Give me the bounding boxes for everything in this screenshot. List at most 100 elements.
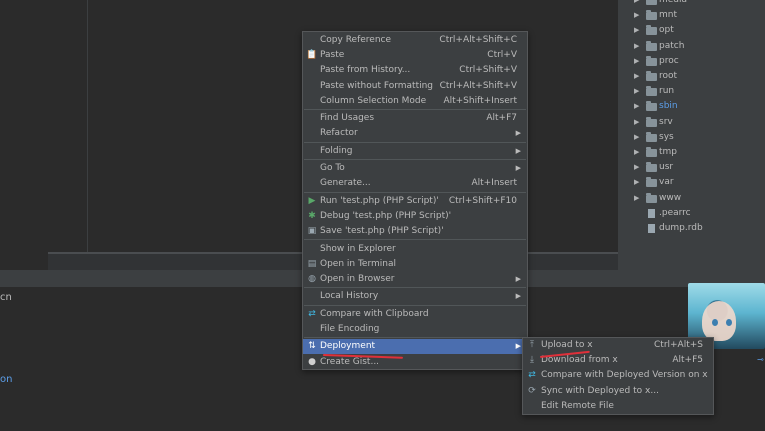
menu-item-label: Paste without Formatting <box>320 80 434 91</box>
menu-separator <box>304 109 526 110</box>
menu-item-label: Deployment <box>320 341 376 352</box>
menu-item-open-in-browser[interactable]: ◍ Open in Browser ▶ <box>303 272 527 287</box>
menu-item-upload-to-x[interactable]: ⤒ Upload to x Ctrl+Alt+S <box>523 338 713 353</box>
terminal-icon: ▤ <box>307 258 317 269</box>
tree-item-label: opt <box>659 25 674 36</box>
menu-item-sync-with-deployed-to-x[interactable]: ⟳ Sync with Deployed to x... <box>523 384 713 399</box>
submenu-arrow-icon: ▶ <box>515 129 521 138</box>
menu-separator <box>304 141 526 143</box>
menu-item-column-selection-mode[interactable]: Column Selection Mode Alt+Shift+Insert <box>303 94 527 109</box>
menu-item-label: Compare with Clipboard <box>320 308 429 319</box>
folder-icon <box>646 86 657 97</box>
menu-item-label: Paste <box>320 50 345 61</box>
folder-icon <box>646 101 657 112</box>
save-icon: ▣ <box>307 226 317 237</box>
expand-arrow-icon[interactable]: ▶ <box>634 115 639 130</box>
folder-icon <box>646 116 657 127</box>
menu-item-open-in-terminal[interactable]: ▤ Open in Terminal <box>303 257 527 272</box>
menu-item-label: Find Usages <box>320 113 375 124</box>
menu-item-shortcut: Ctrl+Shift+F10 <box>448 195 517 206</box>
menu-item-label: Show in Explorer <box>320 243 396 254</box>
menu-item-shortcut: Ctrl+Alt+S <box>654 340 703 350</box>
editor-gutter-divider <box>87 0 88 252</box>
menu-item-folding[interactable]: Folding ▶ <box>303 144 527 159</box>
expand-arrow-icon[interactable]: ▶ <box>634 175 639 190</box>
expand-arrow-icon[interactable]: ▶ <box>634 145 639 160</box>
menu-item-label: Open in Browser <box>320 274 395 284</box>
menu-item-label: Debug 'test.php (PHP Script)' <box>320 211 452 221</box>
expand-arrow-icon[interactable]: ▶ <box>634 130 639 145</box>
tree-item-label: proc <box>659 55 679 66</box>
menu-item-shortcut: Ctrl+Alt+Shift+C <box>439 35 517 45</box>
expand-arrow-icon[interactable]: ▶ <box>634 84 639 99</box>
folder-icon <box>646 147 657 157</box>
clipboard-icon: 📋 <box>306 50 318 61</box>
menu-item-label: File Encoding <box>320 324 380 334</box>
tree-item-label: var <box>659 177 674 188</box>
folder-icon <box>646 131 657 142</box>
menu-item-save-test-php-php-script[interactable]: ▣ Save 'test.php (PHP Script)' <box>303 224 527 239</box>
menu-separator <box>304 239 526 241</box>
menu-item-label: Refactor <box>320 128 358 139</box>
tree-item-label: sys <box>659 131 674 142</box>
menu-item-shortcut: Ctrl+Shift+V <box>459 65 517 76</box>
folder-icon <box>646 192 657 203</box>
menu-item-shortcut: Ctrl+V <box>487 50 517 61</box>
expand-arrow-icon[interactable]: ▶ <box>634 99 639 114</box>
submenu-arrow-icon: ▶ <box>515 275 521 283</box>
menu-item-label: Open in Terminal <box>320 258 396 269</box>
menu-item-deployment[interactable]: ⇅ Deployment ▶ <box>303 339 527 355</box>
tree-item-label: mnt <box>659 10 677 21</box>
menu-item-find-usages[interactable]: Find Usages Alt+F7 <box>303 111 527 126</box>
submenu-arrow-icon: ▶ <box>515 146 521 155</box>
expand-arrow-icon[interactable]: ▶ <box>634 69 639 84</box>
expand-arrow-icon[interactable]: ▶ <box>634 8 639 23</box>
menu-item-compare-with-clipboard[interactable]: ⇄ Compare with Clipboard <box>303 307 527 322</box>
context-menu: Copy Reference Ctrl+Alt+Shift+C 📋 Paste Ctrl… <box>302 31 528 370</box>
expand-arrow-icon[interactable]: ▶ <box>634 160 639 175</box>
menu-item-create-gist[interactable]: ● Create Gist... <box>303 355 527 370</box>
debug-icon: ✱ <box>308 211 316 221</box>
expand-arrow-icon[interactable]: ▶ <box>634 23 639 38</box>
menu-item-generate[interactable]: Generate... Alt+Insert <box>303 176 527 191</box>
tree-item-label: www <box>659 192 682 203</box>
tree-item-label: usr <box>659 162 674 173</box>
editor-left-margin <box>0 0 48 270</box>
file-icon <box>648 224 655 233</box>
menu-item-paste[interactable]: 📋 Paste Ctrl+V <box>303 48 527 63</box>
menu-item-shortcut: Alt+F7 <box>486 113 517 124</box>
file-icon <box>648 208 655 218</box>
tree-item-label: run <box>659 86 675 97</box>
tree-item-label: tmp <box>659 147 678 157</box>
menu-item-file-encoding[interactable]: File Encoding <box>303 322 527 337</box>
menu-item-compare-with-deployed-version-on-x[interactable]: ⇄ Compare with Deployed Version on x <box>523 368 713 383</box>
expand-arrow-icon[interactable]: ▶ <box>634 39 639 54</box>
menu-item-shortcut: Alt+F5 <box>672 355 703 366</box>
menu-item-refactor[interactable]: Refactor ▶ <box>303 126 527 141</box>
menu-item-edit-remote-file[interactable]: Edit Remote File <box>523 399 713 414</box>
menu-item-label: Save 'test.php (PHP Script)' <box>320 226 444 237</box>
menu-item-label: Run 'test.php (PHP Script)' <box>320 195 439 206</box>
menu-item-run-test-php-php-script[interactable]: ▶ Run 'test.php (PHP Script)' Ctrl+Shift+F… <box>303 194 527 209</box>
menu-item-copy-reference[interactable]: Copy Reference Ctrl+Alt+Shift+C <box>303 33 527 48</box>
expand-arrow-icon[interactable]: ▶ <box>634 0 639 8</box>
tree-item-label: root <box>659 71 678 81</box>
deployment-submenu: ⤒ Upload to x Ctrl+Alt+S ⤓ Download from x Al… <box>522 337 714 415</box>
menu-item-paste-from-history[interactable]: Paste from History... Ctrl+Shift+V <box>303 63 527 78</box>
menu-item-shortcut: Ctrl+Alt+Shift+V <box>439 80 517 91</box>
compare-icon: ⇄ <box>528 370 536 381</box>
tree-item-label: dump.rdb <box>659 223 703 233</box>
menu-item-go-to[interactable]: Go To ▶ <box>303 161 527 176</box>
menu-separator <box>304 159 526 160</box>
menu-item-show-in-explorer[interactable]: Show in Explorer <box>303 242 527 257</box>
bottom-panel-text: cn <box>0 292 12 303</box>
expand-arrow-icon[interactable]: ▶ <box>634 191 639 206</box>
submenu-arrow-icon: ▶ <box>515 292 521 301</box>
menu-item-paste-without-formatting[interactable]: Paste without Formatting Ctrl+Alt+Shift+V <box>303 79 527 94</box>
menu-item-local-history[interactable]: Local History ▶ <box>303 289 527 304</box>
expand-arrow-icon[interactable]: ▶ <box>634 54 639 69</box>
submenu-arrow-icon: ▶ <box>515 342 521 351</box>
connector-icon: ⊸ <box>757 355 764 364</box>
menu-item-debug-test-php-php-script[interactable]: ✱ Debug 'test.php (PHP Script)' <box>303 209 527 224</box>
bottom-panel-link[interactable]: on <box>0 374 12 385</box>
